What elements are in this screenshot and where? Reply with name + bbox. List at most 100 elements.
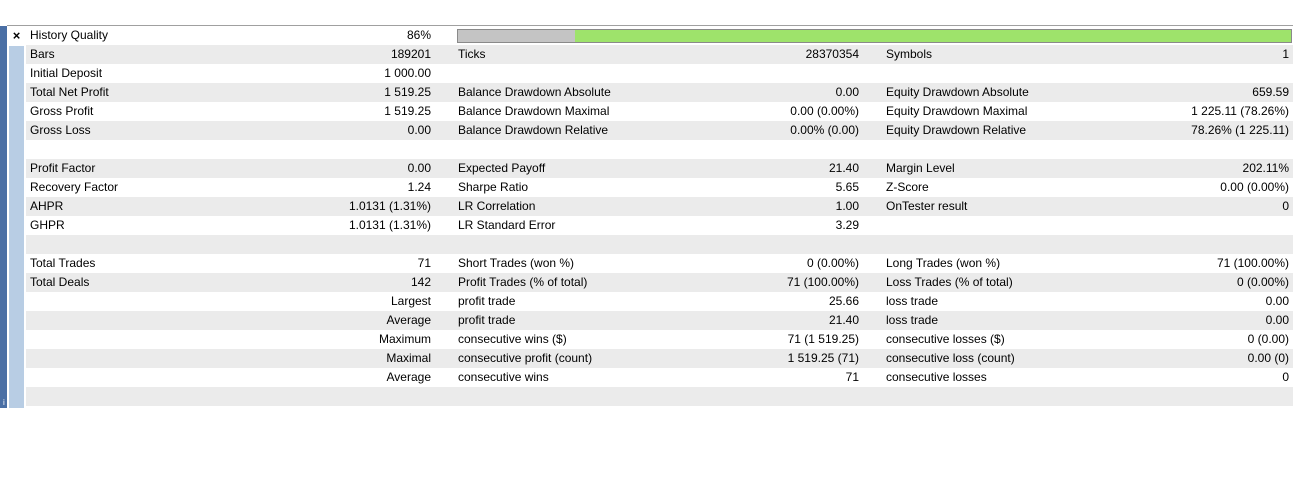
- ahpr-label: AHPR: [30, 199, 64, 213]
- initial-deposit-label: Initial Deposit: [30, 66, 103, 80]
- total-trades-value: 71: [417, 256, 431, 270]
- ticks-label: Ticks: [458, 47, 486, 61]
- row-gross-profit: Gross Profit 1 519.25 Balance Drawdown M…: [26, 102, 1293, 121]
- lr-standard-error-label: LR Standard Error: [458, 218, 556, 232]
- panel-side-bar: [0, 26, 7, 408]
- backtest-report: History Quality 86% Bars 189201 Ticks 28…: [26, 26, 1293, 406]
- gross-loss-value: 0.00: [407, 123, 431, 137]
- profit-factor-label: Profit Factor: [30, 161, 96, 175]
- row-total-trades: Total Trades 71 Short Trades (won %) 0 (…: [26, 254, 1293, 273]
- sharpe-ratio-value: 5.65: [835, 180, 859, 194]
- average-loss-trade-value: 0.00: [1265, 313, 1289, 327]
- ghpr-value: 1.0131 (1.31%): [348, 218, 431, 232]
- row-maximum: Maximum consecutive wins ($) 71 (1 519.2…: [26, 330, 1293, 349]
- close-icon[interactable]: ×: [9, 27, 24, 44]
- maximal-consecutive-profit-label: consecutive profit (count): [458, 351, 593, 365]
- row-average-trade: Average profit trade 21.40 loss trade 0.…: [26, 311, 1293, 330]
- initial-deposit-value: 1 000.00: [384, 66, 431, 80]
- max-consecutive-wins-label: consecutive wins ($): [458, 332, 567, 346]
- z-score-value: 0.00 (0.00%): [1220, 180, 1289, 194]
- long-trades-value: 71 (100.00%): [1216, 256, 1289, 270]
- maximal-consecutive-loss-value: 0.00 (0): [1247, 351, 1289, 365]
- row-spacer: [26, 140, 1293, 159]
- equity-drawdown-maximal-value: 1 225.11 (78.26%): [1191, 104, 1289, 118]
- balance-drawdown-relative-label: Balance Drawdown Relative: [458, 123, 609, 137]
- maximal-label: Maximal: [386, 351, 431, 365]
- symbols-value: 1: [1282, 47, 1289, 61]
- maximum-label: Maximum: [378, 332, 431, 346]
- row-recovery-factor: Recovery Factor 1.24 Sharpe Ratio 5.65 Z…: [26, 178, 1293, 197]
- history-quality-bar-fill: [575, 30, 1291, 42]
- row-history-quality: History Quality 86%: [26, 26, 1293, 45]
- equity-drawdown-absolute-value: 659.59: [1252, 85, 1289, 99]
- average-profit-trade-value: 21.40: [828, 313, 859, 327]
- balance-drawdown-relative-value: 0.00% (0.00): [790, 123, 859, 137]
- balance-drawdown-maximal-value: 0.00 (0.00%): [790, 104, 859, 118]
- row-spacer: [26, 387, 1293, 406]
- total-deals-value: 142: [410, 275, 431, 289]
- recovery-factor-label: Recovery Factor: [30, 180, 119, 194]
- total-net-profit-value: 1 519.25: [384, 85, 431, 99]
- average-consecutive-wins-label: consecutive wins: [458, 370, 549, 384]
- bars-label: Bars: [30, 47, 55, 61]
- average-consecutive-losses-value: 0: [1282, 370, 1289, 384]
- largest-profit-trade-value: 25.66: [828, 294, 859, 308]
- row-ahpr: AHPR 1.0131 (1.31%) LR Correlation 1.00 …: [26, 197, 1293, 216]
- total-net-profit-label: Total Net Profit: [30, 85, 109, 99]
- row-gross-loss: Gross Loss 0.00 Balance Drawdown Relativ…: [26, 121, 1293, 140]
- balance-drawdown-absolute-value: 0.00: [835, 85, 859, 99]
- average-consecutive-label: Average: [386, 370, 431, 384]
- balance-drawdown-absolute-label: Balance Drawdown Absolute: [458, 85, 611, 99]
- bars-value: 189201: [390, 47, 431, 61]
- tester-report-panel: × i History Quality 86% Bars 189201 Tick…: [0, 0, 1293, 482]
- ahpr-value: 1.0131 (1.31%): [348, 199, 431, 213]
- expected-payoff-label: Expected Payoff: [458, 161, 546, 175]
- gross-profit-label: Gross Profit: [30, 104, 94, 118]
- total-trades-label: Total Trades: [30, 256, 96, 270]
- average-profit-trade-label: profit trade: [458, 313, 516, 327]
- history-quality-value: 86%: [406, 28, 431, 42]
- margin-level-value: 202.11%: [1242, 161, 1289, 175]
- row-total-net-profit: Total Net Profit 1 519.25 Balance Drawdo…: [26, 83, 1293, 102]
- history-quality-label: History Quality: [30, 28, 109, 42]
- total-deals-label: Total Deals: [30, 275, 90, 289]
- average-label: Average: [386, 313, 431, 327]
- equity-drawdown-relative-value: 78.26% (1 225.11): [1191, 123, 1289, 137]
- lr-correlation-value: 1.00: [835, 199, 859, 213]
- row-bars: Bars 189201 Ticks 28370354 Symbols 1: [26, 45, 1293, 64]
- lr-standard-error-value: 3.29: [835, 218, 859, 232]
- row-average-consecutive: Average consecutive wins 71 consecutive …: [26, 368, 1293, 387]
- ontester-result-value: 0: [1282, 199, 1289, 213]
- ghpr-label: GHPR: [30, 218, 65, 232]
- largest-label: Largest: [390, 294, 431, 308]
- history-quality-bar: [457, 29, 1292, 43]
- ticks-value: 28370354: [805, 47, 859, 61]
- history-quality-bar-grey: [458, 30, 575, 42]
- pin-icon: i: [3, 398, 5, 407]
- largest-profit-trade-label: profit trade: [458, 294, 516, 308]
- loss-trades-value: 0 (0.00%): [1236, 275, 1289, 289]
- panel-side-strip: [9, 46, 24, 408]
- recovery-factor-value: 1.24: [407, 180, 431, 194]
- profit-factor-value: 0.00: [407, 161, 431, 175]
- short-trades-label: Short Trades (won %): [458, 256, 575, 270]
- profit-trades-label: Profit Trades (% of total): [458, 275, 588, 289]
- sharpe-ratio-label: Sharpe Ratio: [458, 180, 529, 194]
- row-largest: Largest profit trade 25.66 loss trade 0.…: [26, 292, 1293, 311]
- row-ghpr: GHPR 1.0131 (1.31%) LR Standard Error 3.…: [26, 216, 1293, 235]
- max-consecutive-losses-value: 0 (0.00): [1247, 332, 1289, 346]
- average-consecutive-wins-value: 71: [845, 370, 859, 384]
- largest-loss-trade-value: 0.00: [1265, 294, 1289, 308]
- gross-profit-value: 1 519.25: [384, 104, 431, 118]
- balance-drawdown-maximal-label: Balance Drawdown Maximal: [458, 104, 610, 118]
- row-profit-factor: Profit Factor 0.00 Expected Payoff 21.40…: [26, 159, 1293, 178]
- row-total-deals: Total Deals 142 Profit Trades (% of tota…: [26, 273, 1293, 292]
- row-spacer: [26, 235, 1293, 254]
- lr-correlation-label: LR Correlation: [458, 199, 536, 213]
- profit-trades-value: 71 (100.00%): [786, 275, 859, 289]
- short-trades-value: 0 (0.00%): [806, 256, 859, 270]
- max-consecutive-wins-value: 71 (1 519.25): [787, 332, 859, 346]
- row-initial-deposit: Initial Deposit 1 000.00: [26, 64, 1293, 83]
- row-maximal: Maximal consecutive profit (count) 1 519…: [26, 349, 1293, 368]
- expected-payoff-value: 21.40: [828, 161, 859, 175]
